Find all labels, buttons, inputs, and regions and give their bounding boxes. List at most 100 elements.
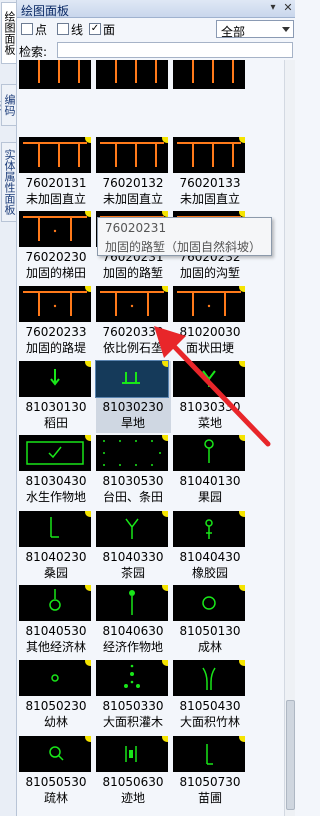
symbol-preview <box>173 137 245 173</box>
symbol-tile[interactable]: 81050330 大面积灌木 <box>96 660 171 732</box>
chevron-down-icon <box>282 27 290 32</box>
symbol-preview <box>96 660 168 696</box>
symbol-tile[interactable]: 81050230 幼林 <box>19 660 94 732</box>
symbol-name: 加固的沟堑 <box>179 266 240 280</box>
symbol-code: 81030530 <box>102 474 164 488</box>
symbol-name: 疏林 <box>43 791 68 805</box>
symbol-preview <box>19 60 91 89</box>
symbol-code: 81050630 <box>102 775 164 789</box>
symbol-tile[interactable]: 81040330 茶园 <box>96 511 171 583</box>
rice-paddy-icon <box>50 369 60 386</box>
symbol-code: 81050430 <box>179 699 241 713</box>
symbol-code: 81050230 <box>25 699 87 713</box>
symbol-code: 81050130 <box>179 624 241 638</box>
symbol-name: 茶园 <box>120 566 145 580</box>
symbol-name: 成林 <box>197 640 222 654</box>
symbol-tile[interactable]: 81040230 桑园 <box>19 511 94 583</box>
symbol-tile[interactable] <box>19 60 94 125</box>
symbol-preview <box>19 585 91 621</box>
symbol-tile[interactable] <box>96 60 171 125</box>
symbol-tile[interactable]: 76020230 加固的梯田 <box>19 211 94 283</box>
symbol-preview <box>173 511 245 547</box>
econ-crop-icon <box>129 590 135 615</box>
category-select-value: 全部 <box>221 25 246 39</box>
symbol-name: 加固的路堤 <box>25 341 86 355</box>
cleared-land-icon <box>125 746 137 762</box>
symbol-code: 81040530 <box>25 624 87 638</box>
symbol-tile[interactable]: 76020131 未加固直立 <box>19 137 94 209</box>
symbol-tile[interactable]: 76020132 未加固直立 <box>96 137 171 209</box>
scrollbar-thumb[interactable] <box>286 700 295 810</box>
forest-icon <box>202 596 216 610</box>
symbol-tile[interactable]: 81050130 成林 <box>173 585 248 657</box>
sparse-forest-icon <box>49 746 64 761</box>
orange-slope-icon <box>23 291 87 316</box>
orange-fence-icon <box>177 142 241 167</box>
symbol-tile[interactable]: 76020233 加固的路堤 <box>19 286 94 358</box>
tooltip-code: 76020231 <box>105 221 167 235</box>
symbol-preview <box>19 361 91 397</box>
symbol-name: 未加固直立 <box>179 192 240 206</box>
line-checkbox[interactable] <box>57 23 69 35</box>
orange-fence-icon <box>115 60 157 83</box>
symbol-tile[interactable]: 81030430 水生作物地 <box>19 435 94 507</box>
tab-drawing-panel[interactable]: 绘图面板 <box>1 2 16 64</box>
area-checkbox-label: 面 <box>103 23 116 37</box>
search-label: 检索: <box>19 45 48 59</box>
vertical-scrollbar[interactable] <box>284 60 295 816</box>
side-tab-strip: 绘图面板 编码表 实体属性面板 <box>0 0 17 816</box>
tooltip-description: 加固的路堑（加固自然斜坡） <box>105 240 262 254</box>
symbol-name: 经济作物地 <box>102 640 163 654</box>
econ-forest-icon <box>49 589 61 611</box>
orange-slope-icon <box>177 291 241 316</box>
symbol-preview <box>19 435 91 471</box>
symbol-tile[interactable]: 81050730 苗圃 <box>173 736 248 808</box>
area-checkbox[interactable]: ✓ <box>89 23 101 35</box>
symbol-preview <box>173 585 245 621</box>
aquatic-crop-icon <box>26 441 84 465</box>
symbol-tile[interactable]: 81050630 迹地 <box>96 736 171 808</box>
symbol-tile[interactable]: 81040530 其他经济林 <box>19 585 94 657</box>
symbol-code: 81040430 <box>179 550 241 564</box>
symbol-tile[interactable]: 81040630 经济作物地 <box>96 585 171 657</box>
symbol-name: 未加固直立 <box>25 192 86 206</box>
orange-slope-icon <box>100 291 164 316</box>
category-select[interactable]: 全部 <box>216 20 294 39</box>
tab-code-table[interactable]: 编码表 <box>0 84 16 126</box>
search-input[interactable] <box>57 42 293 58</box>
point-checkbox[interactable] <box>21 23 33 35</box>
symbol-code: 81040230 <box>25 550 87 564</box>
mulberry-icon <box>50 517 59 538</box>
symbol-tile[interactable]: 81040430 橡胶园 <box>173 511 248 583</box>
symbol-name: 未加固直立 <box>102 192 163 206</box>
symbol-code: 81030430 <box>25 474 87 488</box>
symbol-preview <box>96 286 168 322</box>
symbol-tile[interactable]: 76020133 未加固直立 <box>173 137 248 209</box>
symbol-name: 加固的梯田 <box>25 266 86 280</box>
symbol-preview <box>96 137 168 173</box>
symbol-code: 81050730 <box>179 775 241 789</box>
symbol-preview <box>19 660 91 696</box>
symbol-tile[interactable]: 81050530 疏林 <box>19 736 94 808</box>
symbol-preview <box>96 585 168 621</box>
symbol-name: 迹地 <box>120 791 145 805</box>
pin-icon[interactable]: ▾ <box>267 2 279 14</box>
symbol-name: 苗圃 <box>197 791 222 805</box>
symbol-code: 76020132 <box>102 176 164 190</box>
panel-title-bar: 绘图面板 ▾ ✕ <box>17 0 295 18</box>
symbol-code: 76020230 <box>25 250 87 264</box>
type-filter-row: 点 线 ✓ 面 全部 <box>17 19 295 40</box>
symbol-preview <box>173 660 245 696</box>
symbol-tile[interactable] <box>173 60 248 125</box>
symbol-name: 大面积灌木 <box>102 715 163 729</box>
line-checkbox-label: 线 <box>71 23 84 37</box>
symbol-preview <box>19 286 91 322</box>
orange-fence-icon <box>100 142 164 167</box>
tab-entity-attributes[interactable]: 实体属性面板 <box>1 142 16 222</box>
close-icon[interactable]: ✕ <box>282 2 294 14</box>
shrub-icon <box>124 664 140 688</box>
symbol-tile[interactable]: 81050430 大面积竹林 <box>173 660 248 732</box>
symbol-preview <box>96 511 168 547</box>
symbol-code: 81050330 <box>102 699 164 713</box>
symbol-tile[interactable]: 81030130 稻田 <box>19 361 94 433</box>
